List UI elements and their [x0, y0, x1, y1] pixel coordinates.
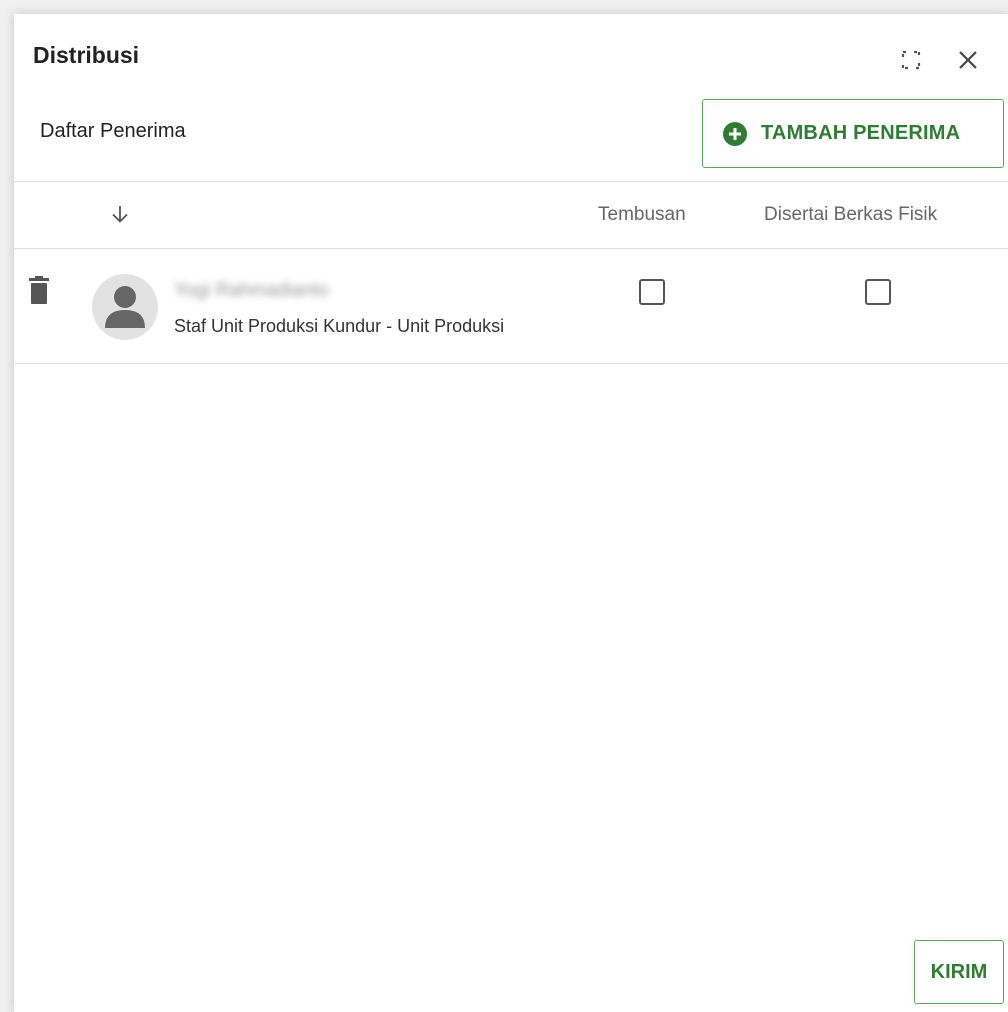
close-icon: [959, 51, 977, 69]
avatar: [92, 274, 158, 340]
recipient-list-label: Daftar Penerima: [40, 120, 186, 142]
plus-circle-icon: [723, 121, 747, 146]
sort-button[interactable]: [108, 202, 132, 226]
recipient-position: Staf Unit Produksi Kundur - Unit Produks…: [174, 316, 505, 336]
arrow-down-icon: [112, 206, 128, 223]
add-recipient-button[interactable]: TAMBAH PENERIMA: [702, 99, 1004, 168]
divider: [14, 181, 1008, 182]
column-header-berkas-fisik: Disertai Berkas Fisik: [764, 204, 938, 225]
send-button[interactable]: KIRIM: [914, 940, 1004, 1004]
berkas-fisik-checkbox[interactable]: [865, 279, 891, 305]
column-header-tembusan: Tembusan: [598, 204, 686, 225]
add-recipient-label: TAMBAH PENERIMA: [761, 122, 961, 144]
divider: [14, 363, 1008, 364]
distribution-dialog: Distribusi Daftar Penerima TAMBAH PENERI…: [14, 14, 1008, 1012]
tembusan-checkbox[interactable]: [639, 279, 665, 305]
dialog-title: Distribusi: [33, 42, 140, 68]
divider: [14, 248, 1008, 249]
fullscreen-icon: [901, 50, 921, 70]
trash-icon: [29, 276, 49, 304]
fullscreen-button[interactable]: [896, 45, 926, 75]
delete-recipient-button[interactable]: [28, 276, 50, 306]
send-button-label: KIRIM: [930, 960, 988, 983]
recipient-name: Yogi Rahmadianto: [174, 280, 329, 301]
user-icon: [105, 286, 145, 328]
close-button[interactable]: [953, 45, 983, 75]
